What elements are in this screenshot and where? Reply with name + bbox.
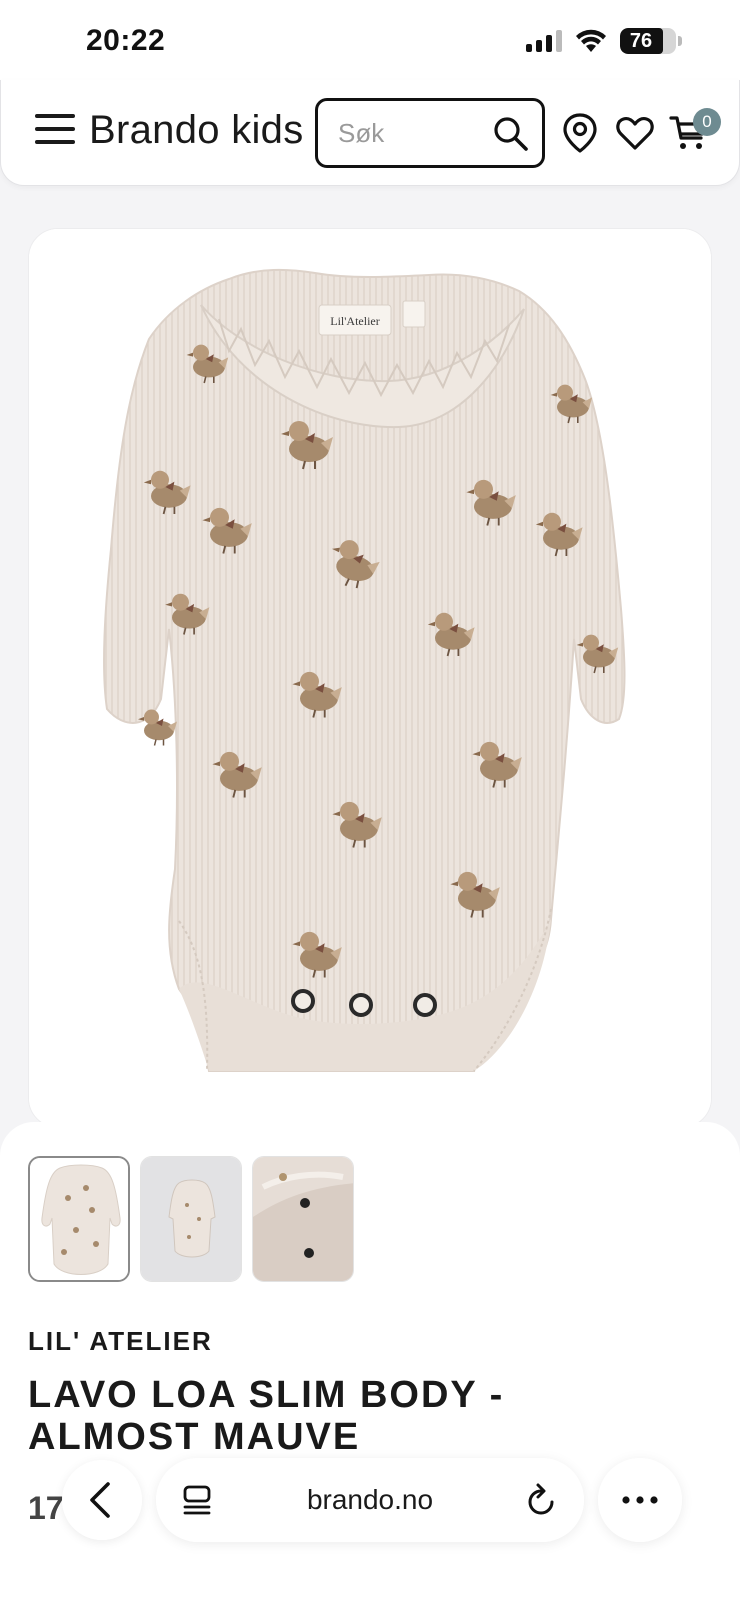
wifi-icon (576, 29, 606, 52)
bodysuit-illustration: Lil'Atelier (29, 229, 711, 1127)
garment-label-text: Lil'Atelier (330, 314, 379, 328)
location-pin-icon[interactable] (561, 112, 599, 154)
battery-nub (678, 36, 682, 46)
thumbnail-flat-image (141, 1157, 241, 1281)
browser-more-button[interactable] (598, 1458, 682, 1542)
product-title: LAVO LOA SLIM BODY - ALMOST MAUVE (28, 1374, 505, 1458)
tabs-icon[interactable] (182, 1484, 212, 1516)
thumbnail-front[interactable] (28, 1156, 130, 1282)
url-text[interactable]: brando.no (156, 1458, 584, 1542)
status-bar: 20:22 76 (0, 0, 740, 82)
signal-icon (526, 30, 562, 52)
heart-icon[interactable] (615, 114, 655, 152)
reload-icon[interactable] (524, 1482, 558, 1518)
browser-back-button[interactable] (62, 1460, 142, 1540)
site-header: Brando kids 0 (0, 80, 740, 186)
thumbnail-detail[interactable] (252, 1156, 354, 1282)
battery-icon: 76 (620, 28, 676, 54)
thumbnail-detail-image (253, 1157, 353, 1281)
search-icon[interactable] (492, 115, 530, 153)
more-icon (622, 1496, 658, 1504)
status-time: 20:22 (86, 24, 166, 57)
thumbnail-front-image (30, 1158, 128, 1280)
cart-count-badge[interactable]: 0 (693, 108, 721, 136)
product-image[interactable]: Lil'Atelier (28, 228, 712, 1128)
thumbnail-flat[interactable] (140, 1156, 242, 1282)
address-bar[interactable]: brando.no (156, 1458, 584, 1542)
status-icons: 76 (526, 28, 682, 54)
product-price: 17 (28, 1490, 64, 1526)
back-icon (90, 1482, 110, 1518)
battery-level: 76 (629, 30, 653, 52)
search-box[interactable] (315, 98, 545, 168)
thumbnail-strip (28, 1156, 354, 1282)
product-brand[interactable]: LIL' ATELIER (28, 1326, 213, 1357)
menu-icon[interactable] (35, 114, 75, 148)
search-input[interactable] (338, 115, 488, 151)
brand-logo[interactable]: Brando kids (89, 108, 304, 153)
